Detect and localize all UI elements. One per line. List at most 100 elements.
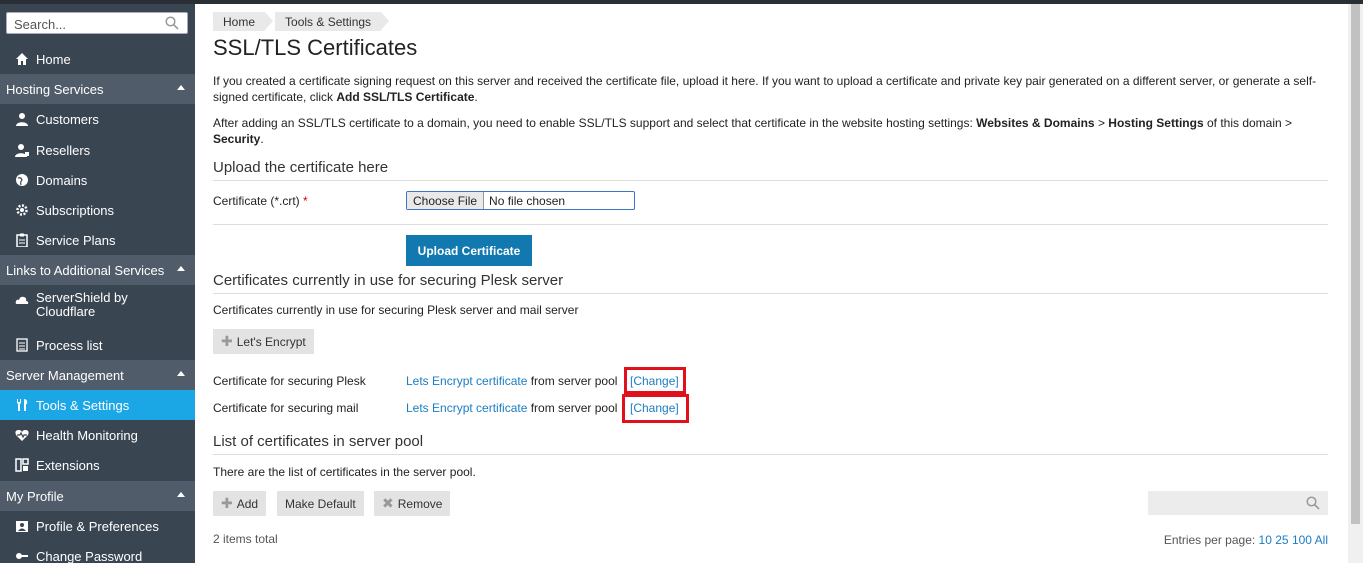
intro-paragraph-2: After adding an SSL/TLS certificate to a… <box>213 115 1328 147</box>
intro-bold: Security <box>213 132 261 146</box>
heart-pulse-icon <box>14 427 30 443</box>
top-bar <box>0 0 1363 4</box>
change-mail-cert-link[interactable]: [Change] <box>630 401 679 415</box>
sidebar-item-tools-settings[interactable]: Tools & Settings <box>0 390 195 420</box>
collapse-icon <box>177 492 185 497</box>
entries-all[interactable]: All <box>1315 533 1328 547</box>
scrollbar-thumb[interactable] <box>1351 4 1360 524</box>
plus-icon: ✚ <box>221 333 233 349</box>
collapse-icon <box>177 85 185 90</box>
sidebar-item-label: Home <box>36 51 71 67</box>
divider <box>213 224 1328 225</box>
sidebar-item-process-list[interactable]: Process list <box>0 330 195 360</box>
sidebar-item-label: Process list <box>36 337 103 353</box>
items-total: 2 items total <box>213 532 278 546</box>
section-title: Hosting Services <box>6 81 104 97</box>
sidebar-item-extensions[interactable]: Extensions <box>0 450 195 480</box>
sidebar-item-domains[interactable]: Domains <box>0 165 195 195</box>
sidebar-item-label: Health Monitoring <box>36 427 138 443</box>
sidebar-item-label: Profile & Preferences <box>36 518 159 534</box>
upload-section-title: Upload the certificate here <box>213 159 1328 181</box>
sidebar-item-servershield[interactable]: ServerShield by Cloudflare <box>0 285 195 329</box>
intro-text: . <box>260 132 264 146</box>
section-title: My Profile <box>6 488 64 504</box>
sidebar-section-links[interactable]: Links to Additional Services <box>0 255 195 285</box>
cert-suffix: from server pool <box>527 401 618 415</box>
plus-icon: ✚ <box>221 495 233 511</box>
pool-description: There are the list of certificates in th… <box>213 465 476 479</box>
entries-label: Entries per page: <box>1163 533 1256 547</box>
cloud-icon <box>14 292 30 308</box>
file-status-text: No file chosen <box>489 193 566 208</box>
lets-encrypt-button[interactable]: ✚ Let's Encrypt <box>213 329 314 354</box>
make-default-button[interactable]: Make Default <box>277 491 364 516</box>
key-icon <box>14 548 30 563</box>
sidebar-section-server-management[interactable]: Server Management <box>0 360 195 390</box>
sidebar-item-customers[interactable]: Customers <box>0 104 195 134</box>
sidebar-item-profile-preferences[interactable]: Profile & Preferences <box>0 511 195 541</box>
sidebar-item-service-plans[interactable]: Service Plans <box>0 225 195 255</box>
sidebar-item-label: Subscriptions <box>36 202 115 218</box>
search-icon[interactable] <box>1306 496 1320 510</box>
sidebar-item-change-password[interactable]: Change Password <box>0 541 195 563</box>
sidebar-search-input[interactable]: Search... <box>6 12 188 34</box>
section-title: Links to Additional Services <box>6 262 165 278</box>
mail-cert-link[interactable]: Lets Encrypt certificate <box>406 401 527 415</box>
change-plesk-cert-link[interactable]: [Change] <box>630 374 679 388</box>
change-label: [Change] <box>630 401 679 415</box>
entries-per-page: Entries per page: 10 25 100 All <box>1164 533 1328 547</box>
intro-text: > <box>1094 116 1109 130</box>
entries-25[interactable]: 25 <box>1275 533 1288 547</box>
remove-button[interactable]: ✖ Remove <box>374 491 451 516</box>
entries-10[interactable]: 10 <box>1259 533 1272 547</box>
pool-search-input[interactable] <box>1148 491 1328 515</box>
mail-cert-value: Lets Encrypt certificate from server poo… <box>406 401 624 415</box>
gear-icon <box>14 202 30 218</box>
sidebar-item-label: Service Plans <box>36 232 116 248</box>
page-title: SSL/TLS Certificates <box>213 35 418 60</box>
tools-icon <box>14 397 30 413</box>
plesk-cert-label: Certificate for securing Plesk <box>213 374 366 388</box>
certificate-file-input[interactable]: Choose File No file chosen <box>406 191 635 210</box>
intro-bold: Hosting Settings <box>1108 116 1204 130</box>
page-scrollbar[interactable] <box>1348 4 1363 563</box>
sidebar-item-resellers[interactable]: Resellers <box>0 135 195 165</box>
change-label: [Change] <box>630 374 679 388</box>
entries-100[interactable]: 100 <box>1292 533 1312 547</box>
user-icon <box>14 111 30 127</box>
upload-certificate-button[interactable]: Upload Certificate <box>406 235 532 266</box>
plesk-cert-link[interactable]: Lets Encrypt certificate <box>406 374 527 388</box>
in-use-section-title: Certificates currently in use for securi… <box>213 272 1328 294</box>
intro-text: . <box>474 90 478 104</box>
clipboard-icon <box>14 232 30 248</box>
intro-bold: Add SSL/TLS Certificate <box>336 90 475 104</box>
choose-file-button[interactable]: Choose File <box>407 192 485 209</box>
button-label: Make Default <box>285 496 356 511</box>
mail-cert-label: Certificate for securing mail <box>213 401 359 415</box>
sidebar-section-my-profile[interactable]: My Profile <box>0 481 195 511</box>
collapse-icon <box>177 266 185 271</box>
button-label: Let's Encrypt <box>236 334 306 349</box>
sidebar-section-hosting-services[interactable]: Hosting Services <box>0 74 195 104</box>
search-icon[interactable] <box>165 16 179 30</box>
profile-card-icon <box>14 518 30 534</box>
sidebar-item-home[interactable]: Home <box>0 44 195 74</box>
label-text: Certificate (*.crt) <box>213 194 300 208</box>
search-placeholder: Search... <box>14 17 67 32</box>
in-use-description: Certificates currently in use for securi… <box>213 303 579 317</box>
add-button[interactable]: ✚ Add <box>213 491 267 516</box>
sidebar-item-label: Change Password <box>36 548 143 563</box>
plesk-cert-value: Lets Encrypt certificate from server poo… <box>406 374 617 388</box>
breadcrumb-home[interactable]: Home <box>213 12 274 31</box>
sidebar-item-health-monitoring[interactable]: Health Monitoring <box>0 420 195 450</box>
certificate-field-label: Certificate (*.crt) * <box>213 194 308 208</box>
breadcrumb: Home Tools & Settings <box>213 12 390 31</box>
list-icon <box>14 337 30 353</box>
cert-suffix: from server pool <box>527 374 618 388</box>
sidebar-item-label: Tools & Settings <box>36 397 130 413</box>
intro-text: of this domain > <box>1203 116 1293 130</box>
breadcrumb-tools-settings[interactable]: Tools & Settings <box>275 12 390 31</box>
globe-icon <box>14 172 30 188</box>
sidebar-item-subscriptions[interactable]: Subscriptions <box>0 195 195 225</box>
intro-paragraph-1: If you created a certificate signing req… <box>213 73 1328 105</box>
